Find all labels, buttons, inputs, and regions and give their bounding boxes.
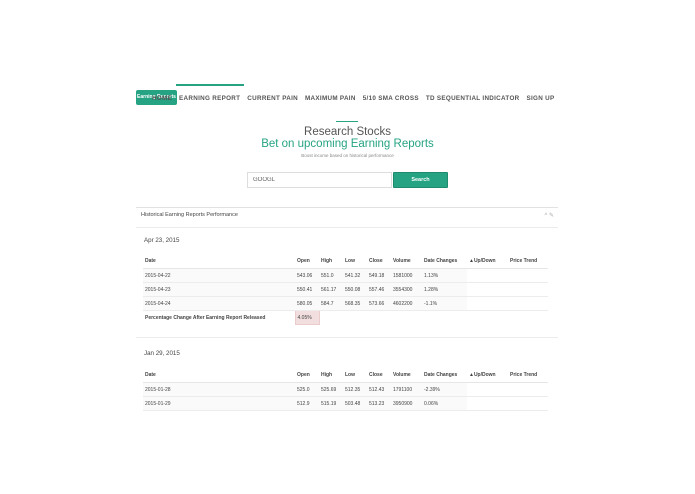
- col-close: Close: [367, 254, 391, 269]
- table-row: 2015-01-29 512.9 515.19 503.48 513.23 39…: [143, 396, 548, 411]
- summary-value: 4.05%: [294, 310, 320, 325]
- nav-td-sequential[interactable]: TD SEQUENTIAL INDICATOR: [422, 84, 523, 114]
- panel-divider: [136, 227, 558, 228]
- col-date: Date: [143, 254, 295, 269]
- col-high: High: [319, 368, 343, 383]
- col-up-down: ▲Up/Down: [467, 368, 508, 383]
- top-navigation: Earning Reports HOME EARNING REPORT CURR…: [136, 84, 558, 114]
- col-price-trend: Price Trend: [508, 254, 548, 269]
- col-volume: Volume: [391, 368, 422, 383]
- ticker-search-input[interactable]: [247, 172, 392, 188]
- col-date: Date: [143, 368, 295, 383]
- table-row: 2015-04-24 580.05 584.7 568.35 573.66 46…: [143, 296, 548, 311]
- hero-accent-line: [336, 121, 358, 122]
- table-row: 2015-01-28 525.0 525.69 512.35 512.43 17…: [143, 382, 548, 397]
- report-table: Date Open High Low Close Volume Date Cha…: [143, 254, 548, 325]
- nav-menu: HOME EARNING REPORT CURRENT PAIN MAXIMUM…: [148, 84, 558, 114]
- page-title: Research Stocks: [304, 126, 391, 138]
- report-table: Date Open High Low Close Volume Date Cha…: [143, 368, 548, 411]
- nav-earning-report[interactable]: EARNING REPORT: [175, 84, 245, 114]
- col-date-changes: Date Changes: [422, 368, 467, 383]
- nav-current-pain[interactable]: CURRENT PAIN: [244, 84, 302, 114]
- nav-maximum-pain[interactable]: MAXIMUM PAIN: [302, 84, 360, 114]
- nav-home[interactable]: HOME: [148, 84, 175, 114]
- report-date: Jan 29, 2015: [144, 350, 180, 357]
- nav-sma-cross[interactable]: 5/10 SMA CROSS: [359, 84, 422, 114]
- search-button[interactable]: Search: [393, 172, 448, 188]
- page-tagline: Boost income based on historical perform…: [301, 153, 394, 158]
- page-subtitle: Bet on upcoming Earning Reports: [261, 138, 434, 150]
- panel-title: Historical Earning Reports Performance: [141, 212, 238, 218]
- table-row: 2015-04-23 550.41 561.17 550.08 557.46 3…: [143, 282, 548, 297]
- col-open: Open: [295, 368, 319, 383]
- col-open: Open: [295, 254, 319, 269]
- summary-label: Percentage Change After Earning Report R…: [145, 314, 266, 321]
- col-date-changes: Date Changes: [422, 254, 467, 269]
- report-date: Apr 23, 2015: [144, 237, 180, 244]
- col-high: High: [319, 254, 343, 269]
- col-up-down: ▲Up/Down: [467, 254, 508, 269]
- col-close: Close: [367, 368, 391, 383]
- section-divider: [136, 337, 558, 338]
- col-price-trend: Price Trend: [508, 368, 548, 383]
- table-row: 2015-04-22 543.06 551.0 541.32 549.18 15…: [143, 268, 548, 283]
- col-low: Low: [343, 254, 367, 269]
- summary-row: Percentage Change After Earning Report R…: [143, 310, 548, 325]
- panel-top-border: [136, 207, 558, 208]
- col-low: Low: [343, 368, 367, 383]
- panel-controls-icon[interactable]: ^ ✎: [544, 212, 554, 219]
- col-volume: Volume: [391, 254, 422, 269]
- nav-sign-up[interactable]: SIGN UP: [523, 84, 558, 114]
